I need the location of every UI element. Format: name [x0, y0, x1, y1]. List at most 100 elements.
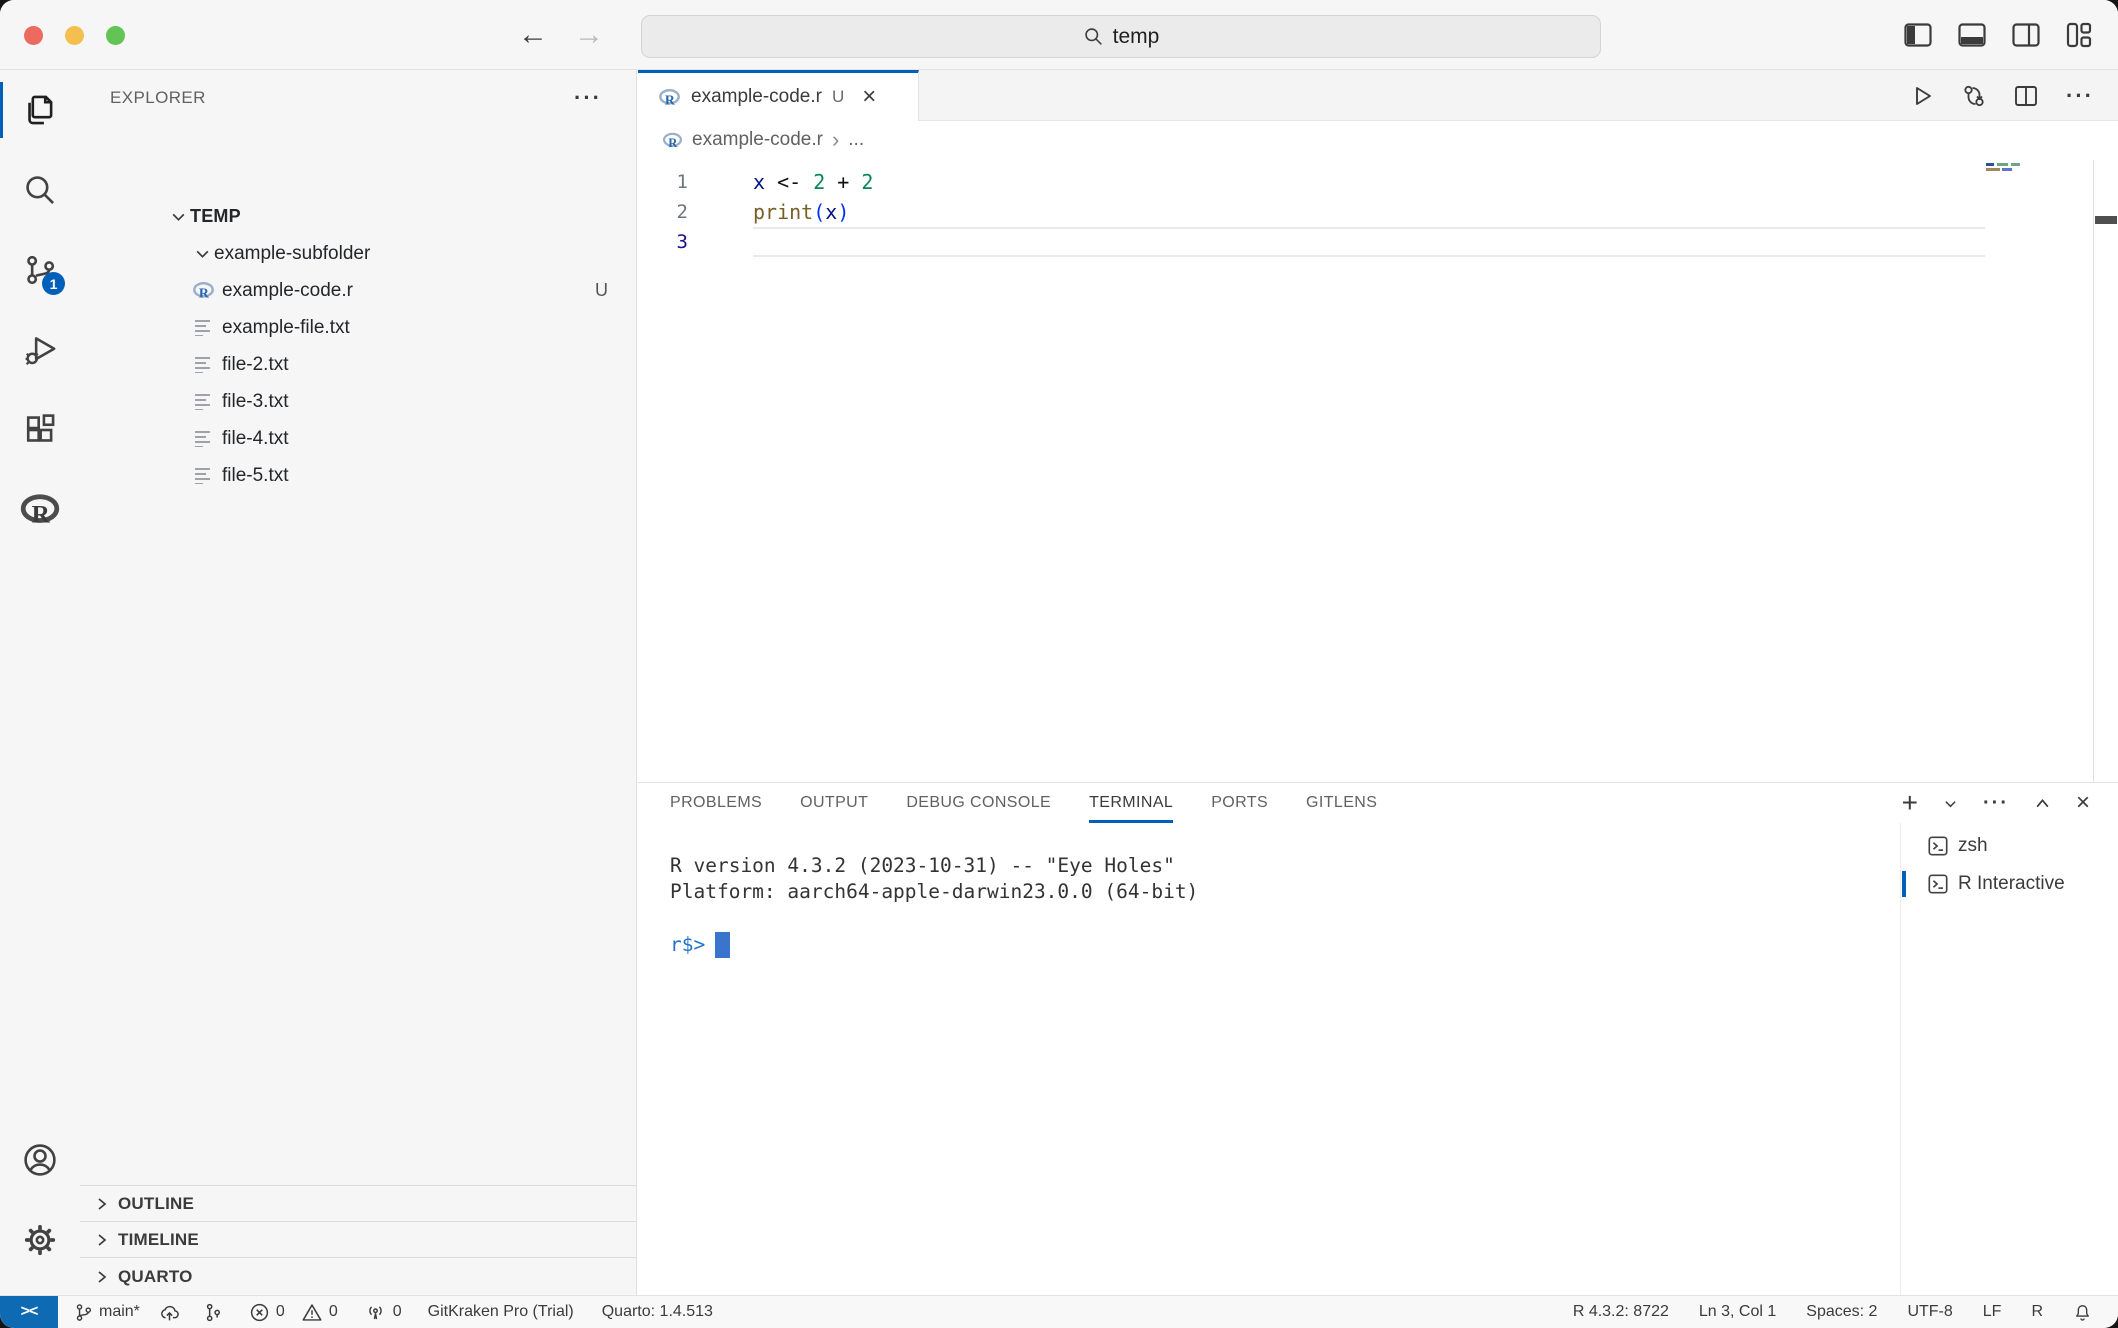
tree-root-temp[interactable]: TEMP: [80, 198, 636, 235]
terminal-item-zsh[interactable]: zsh: [1901, 827, 2118, 865]
panel-tab-debug-console[interactable]: DEBUG CONSOLE: [906, 783, 1051, 823]
activity-search[interactable]: [0, 150, 80, 230]
git-untracked-badge: U: [595, 280, 608, 301]
terminal-output[interactable]: R version 4.3.2 (2023-10-31) -- "Eye Hol…: [638, 823, 1900, 1295]
breadcrumb-symbol[interactable]: ...: [848, 129, 864, 151]
maximize-panel-icon[interactable]: [2034, 795, 2051, 812]
new-terminal-button[interactable]: +: [1902, 793, 1918, 813]
tab-example-code-r[interactable]: R example-code.r U ×: [638, 70, 919, 121]
warnings-count: 0: [329, 1303, 338, 1321]
tree-item-file-2-txt[interactable]: file-2.txt: [80, 346, 636, 383]
open-changes-icon[interactable]: [1962, 84, 1986, 108]
publish-changes-button[interactable]: [158, 1302, 181, 1323]
tree-item-file-4-txt[interactable]: file-4.txt: [80, 420, 636, 457]
encoding-status[interactable]: UTF-8: [1907, 1303, 1952, 1321]
accounts-button[interactable]: [0, 1120, 80, 1200]
gitkraken-status[interactable]: GitKraken Pro (Trial): [428, 1303, 574, 1321]
terminal-icon: [1927, 835, 1949, 857]
toggle-primary-sidebar-icon[interactable]: [1904, 23, 1932, 47]
tree-item-file-5-txt[interactable]: file-5.txt: [80, 457, 636, 494]
close-window-button[interactable]: [24, 26, 43, 45]
cursor-position-status[interactable]: Ln 3, Col 1: [1699, 1303, 1776, 1321]
section-quarto[interactable]: QUARTO: [80, 1257, 636, 1295]
activity-run-debug[interactable]: [0, 310, 80, 390]
panel-tab-problems[interactable]: PROBLEMS: [670, 783, 762, 823]
tab-close-button[interactable]: ×: [862, 87, 876, 107]
editor-more-actions[interactable]: ···: [2066, 91, 2094, 101]
toggle-secondary-sidebar-icon[interactable]: [2012, 23, 2040, 47]
terminal-dropdown-chevron-icon[interactable]: [1943, 796, 1958, 811]
back-button[interactable]: ←: [518, 18, 548, 52]
file-label: file-3.txt: [222, 391, 289, 413]
terminal-item-r-interactive[interactable]: R Interactive: [1901, 865, 2118, 903]
activity-extensions[interactable]: [0, 390, 80, 470]
minimap[interactable]: [1986, 163, 2028, 173]
svg-text:R: R: [668, 135, 678, 148]
toggle-panel-icon[interactable]: [1958, 23, 1986, 47]
forward-button[interactable]: →: [574, 18, 604, 52]
titlebar: ← → temp: [0, 0, 2118, 70]
split-editor-icon[interactable]: [2014, 85, 2038, 107]
panel-tab-ports[interactable]: PORTS: [1211, 783, 1268, 823]
commit-graph-button[interactable]: [203, 1302, 223, 1323]
terminal-line: Platform: aarch64-apple-darwin23.0.0 (64…: [670, 879, 1900, 905]
panel-tab-output[interactable]: OUTPUT: [800, 783, 868, 823]
commit-graph-icon: [203, 1302, 223, 1323]
tab-bar: R example-code.r U × ···: [638, 70, 2118, 121]
eol-status[interactable]: LF: [1983, 1303, 2002, 1321]
section-outline[interactable]: OUTLINE: [80, 1185, 636, 1221]
close-panel-button[interactable]: ×: [2076, 789, 2090, 817]
warnings-icon: [301, 1302, 323, 1323]
run-file-button[interactable]: [1910, 84, 1934, 108]
explorer-sidebar: EXPLORER ··· TEMP example-subfolder R ex…: [80, 70, 637, 1295]
tree-item-example-subfolder[interactable]: example-subfolder: [80, 235, 636, 272]
quarto-status[interactable]: Quarto: 1.4.513: [602, 1303, 713, 1321]
editor-scrollbar[interactable]: [2093, 160, 2094, 782]
indentation-status[interactable]: Spaces: 2: [1806, 1303, 1877, 1321]
files-icon: [23, 93, 57, 127]
git-branch-status[interactable]: main*: [74, 1302, 140, 1323]
language-mode-status[interactable]: R: [2031, 1303, 2043, 1321]
chevron-right-icon: [94, 1269, 110, 1285]
panel-tab-terminal[interactable]: TERMINAL: [1089, 783, 1173, 823]
breadcrumb[interactable]: R example-code.r › ...: [638, 121, 2118, 159]
terminal-item-label: R Interactive: [1958, 873, 2065, 895]
zoom-window-button[interactable]: [106, 26, 125, 45]
code-token: <-: [765, 170, 813, 194]
r-session-status[interactable]: R 4.3.2: 8722: [1573, 1303, 1669, 1321]
editor-group: R example-code.r U × ··· R example-code.…: [638, 70, 2118, 1295]
code-line-2[interactable]: 2 print(x): [638, 197, 2118, 227]
tree-item-example-code-r[interactable]: R example-code.r U: [80, 272, 636, 309]
panel-more-actions[interactable]: ···: [1983, 792, 2009, 815]
breadcrumb-file[interactable]: example-code.r: [692, 129, 823, 151]
tree-item-example-file-txt[interactable]: example-file.txt: [80, 309, 636, 346]
ports-count: 0: [393, 1303, 402, 1321]
customize-layout-icon[interactable]: [2066, 22, 2092, 48]
remote-indicator[interactable]: ><: [0, 1296, 58, 1328]
problems-status[interactable]: 0 0: [249, 1302, 338, 1323]
status-bar: >< main* 0 0 0 GitKraken Pro (Trial) Qua…: [0, 1295, 2118, 1328]
activity-r-extension[interactable]: R: [0, 470, 80, 550]
activity-explorer[interactable]: [0, 70, 80, 150]
broadcast-icon: [364, 1302, 387, 1323]
command-center-search[interactable]: temp: [641, 15, 1601, 58]
panel-tab-gitlens[interactable]: GITLENS: [1306, 783, 1377, 823]
explorer-more-actions[interactable]: ···: [574, 93, 602, 103]
text-file-icon: [190, 393, 216, 410]
bottom-panel: PROBLEMS OUTPUT DEBUG CONSOLE TERMINAL P…: [638, 782, 2118, 1295]
activity-source-control[interactable]: 1: [0, 230, 80, 310]
minimize-window-button[interactable]: [65, 26, 84, 45]
text-file-icon: [190, 467, 216, 484]
code-token: x: [753, 170, 765, 194]
code-line-3-current[interactable]: 3: [638, 227, 2118, 257]
code-line-1[interactable]: 1 x <- 2 + 2: [638, 167, 2118, 197]
section-timeline[interactable]: TIMELINE: [80, 1221, 636, 1257]
notifications-bell-icon[interactable]: [2073, 1302, 2092, 1323]
settings-button[interactable]: [0, 1200, 80, 1280]
search-icon: [1083, 26, 1104, 47]
svg-text:R: R: [198, 285, 209, 300]
code-editor[interactable]: 1 x <- 2 + 2 2 print(x) 3: [638, 159, 2118, 257]
code-token: 2: [813, 170, 825, 194]
tree-item-file-3-txt[interactable]: file-3.txt: [80, 383, 636, 420]
ports-status[interactable]: 0: [364, 1302, 402, 1323]
